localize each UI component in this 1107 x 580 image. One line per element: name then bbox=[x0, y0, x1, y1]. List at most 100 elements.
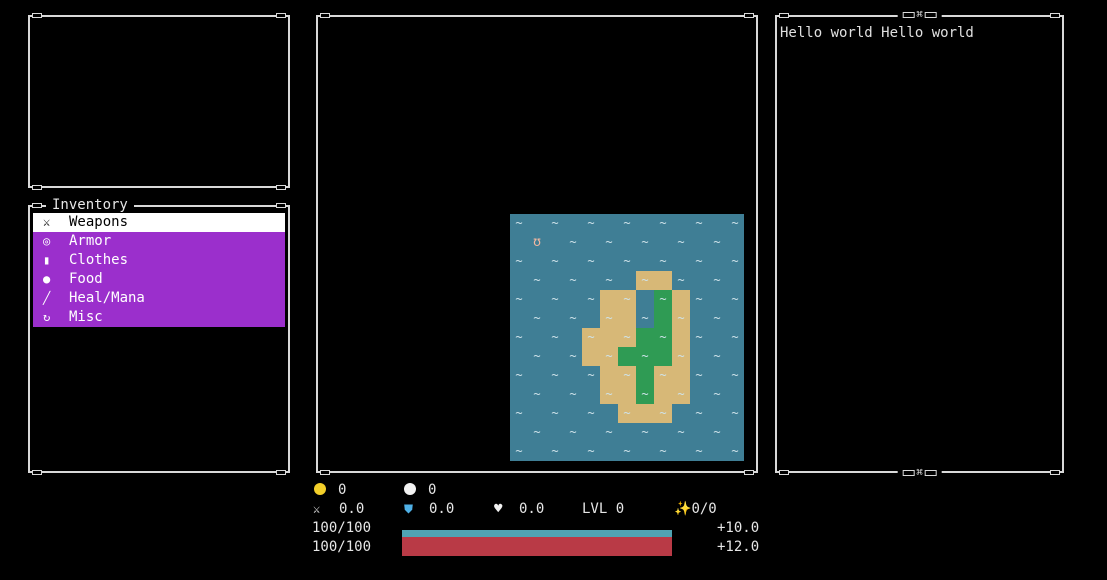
wave-mark: ~ bbox=[695, 406, 703, 420]
wave-mark: ~ bbox=[623, 444, 631, 458]
wave-mark: ~ bbox=[641, 235, 649, 249]
wave-mark: ~ bbox=[605, 387, 613, 401]
frame-corner bbox=[1050, 13, 1060, 18]
wave-mark: ~ bbox=[641, 425, 649, 439]
crossed-swords-icon: ⚔ bbox=[43, 215, 51, 229]
syringe-icon: ╱ bbox=[43, 291, 51, 305]
sand-tile bbox=[600, 328, 618, 347]
defense-stat: ⛊ 0.0 bbox=[404, 501, 454, 517]
inventory-item-weapons[interactable]: ⚔ Weapons bbox=[33, 213, 285, 232]
wave-mark: ~ bbox=[587, 444, 595, 458]
hp-regen: +10.0 bbox=[717, 520, 760, 536]
wave-mark: ~ bbox=[515, 292, 523, 306]
wave-mark: ~ bbox=[695, 292, 703, 306]
frame-knot-ornament: ⌘ bbox=[897, 9, 942, 21]
inventory-item-label: Heal/Mana bbox=[69, 290, 145, 306]
wave-mark: ~ bbox=[695, 330, 703, 344]
wave-mark: ~ bbox=[551, 444, 559, 458]
wave-mark: ~ bbox=[623, 216, 631, 230]
grass-tile bbox=[636, 328, 654, 347]
wave-mark: ~ bbox=[659, 330, 667, 344]
wave-mark: ~ bbox=[515, 406, 523, 420]
frame-corner bbox=[744, 470, 754, 475]
wave-mark: ~ bbox=[731, 254, 739, 268]
grass-tile bbox=[654, 347, 672, 366]
wave-mark: ~ bbox=[695, 254, 703, 268]
hp-bar bbox=[402, 530, 672, 537]
wave-mark: ~ bbox=[695, 216, 703, 230]
crossed-swords-icon: ⚔ bbox=[313, 502, 321, 516]
player-icon: ʊ bbox=[533, 235, 541, 250]
mp-bar bbox=[402, 537, 672, 556]
wave-mark: ~ bbox=[533, 425, 541, 439]
inventory-item-food[interactable]: ● Food bbox=[33, 270, 285, 289]
inventory-item-armor[interactable]: ◎ Armor bbox=[33, 232, 285, 251]
mp-regen: +12.0 bbox=[717, 539, 760, 555]
orb-stat: 0 bbox=[404, 482, 436, 498]
wave-mark: ~ bbox=[515, 444, 523, 458]
xp-stat: ✨0/0 bbox=[674, 501, 717, 517]
target-shield-icon: ◎ bbox=[43, 234, 51, 248]
sand-tile bbox=[636, 404, 654, 423]
wave-mark: ~ bbox=[551, 254, 559, 268]
sand-tile bbox=[600, 366, 618, 385]
wave-mark: ~ bbox=[623, 368, 631, 382]
wave-mark: ~ bbox=[515, 330, 523, 344]
shield-icon: ⛊ bbox=[404, 502, 414, 516]
wave-mark: ~ bbox=[641, 387, 649, 401]
wave-mark: ~ bbox=[731, 330, 739, 344]
wave-mark: ~ bbox=[713, 311, 721, 325]
character-panel bbox=[28, 13, 290, 190]
inventory-item-clothes[interactable]: ▮ Clothes bbox=[33, 251, 285, 270]
wave-mark: ~ bbox=[551, 330, 559, 344]
jacket-icon: ▮ bbox=[43, 253, 51, 267]
wave-mark: ~ bbox=[695, 444, 703, 458]
frame-corner bbox=[744, 13, 754, 18]
gold-value: 0 bbox=[338, 482, 347, 498]
wave-mark: ~ bbox=[587, 330, 595, 344]
wave-mark: ~ bbox=[551, 406, 559, 420]
wave-mark: ~ bbox=[677, 349, 685, 363]
sparkles-icon: ✨ bbox=[674, 501, 692, 517]
inventory-list: ⚔ Weapons ◎ Armor ▮ Clothes ● Food ╱ Heal/Mana ↻ Mi… bbox=[33, 213, 285, 327]
inventory-panel: Inventory ⚔ Weapons ◎ Armor ▮ Clothes ● Food ╱ He… bbox=[28, 197, 290, 475]
sand-tile bbox=[672, 366, 690, 385]
frame-corner bbox=[276, 470, 286, 475]
wave-mark: ~ bbox=[623, 406, 631, 420]
attack-stat: ⚔ 0.0 bbox=[313, 501, 364, 517]
wave-mark: ~ bbox=[569, 311, 577, 325]
white-orb-icon bbox=[404, 483, 416, 495]
world-map[interactable]: ~ ~ ~ ~ ~ ~ ~ ~ ~ ~ ~ ~ ~ ~ ~ ~ ~ ~ ~ ~ ~ ~ ~ ~ ~ ~ ~ ~ ~ ~ ~ ~ ~ ~ ~ ~ ~ ~ ~ ~… bbox=[510, 214, 744, 461]
wave-mark: ~ bbox=[605, 235, 613, 249]
grass-tile bbox=[618, 347, 636, 366]
sand-tile bbox=[672, 290, 690, 309]
wave-mark: ~ bbox=[587, 292, 595, 306]
wave-mark: ~ bbox=[551, 216, 559, 230]
frame-corner bbox=[276, 203, 286, 208]
frame-corner bbox=[32, 13, 42, 18]
wave-mark: ~ bbox=[587, 216, 595, 230]
wave-mark: ~ bbox=[605, 273, 613, 287]
inventory-item-heal-mana[interactable]: ╱ Heal/Mana bbox=[33, 289, 285, 308]
wave-mark: ~ bbox=[587, 254, 595, 268]
wave-mark: ~ bbox=[659, 216, 667, 230]
health-value: 0.0 bbox=[519, 501, 545, 517]
frame-corner bbox=[1050, 470, 1060, 475]
health-stat: ♥ 0.0 bbox=[494, 501, 544, 517]
gold-stat: 0 bbox=[314, 482, 346, 498]
wave-mark: ~ bbox=[515, 254, 523, 268]
gold-coin-icon bbox=[314, 483, 326, 495]
wave-mark: ~ bbox=[713, 349, 721, 363]
sand-tile bbox=[618, 309, 636, 328]
frame-corner bbox=[320, 470, 330, 475]
frame-corner bbox=[32, 470, 42, 475]
wave-mark: ~ bbox=[587, 406, 595, 420]
inventory-item-misc[interactable]: ↻ Misc bbox=[33, 308, 285, 327]
wave-mark: ~ bbox=[731, 444, 739, 458]
wave-mark: ~ bbox=[713, 273, 721, 287]
misc-icon: ↻ bbox=[43, 310, 51, 324]
sand-tile bbox=[582, 347, 600, 366]
wave-mark: ~ bbox=[551, 292, 559, 306]
wave-mark: ~ bbox=[533, 273, 541, 287]
frame-corner bbox=[779, 13, 789, 18]
